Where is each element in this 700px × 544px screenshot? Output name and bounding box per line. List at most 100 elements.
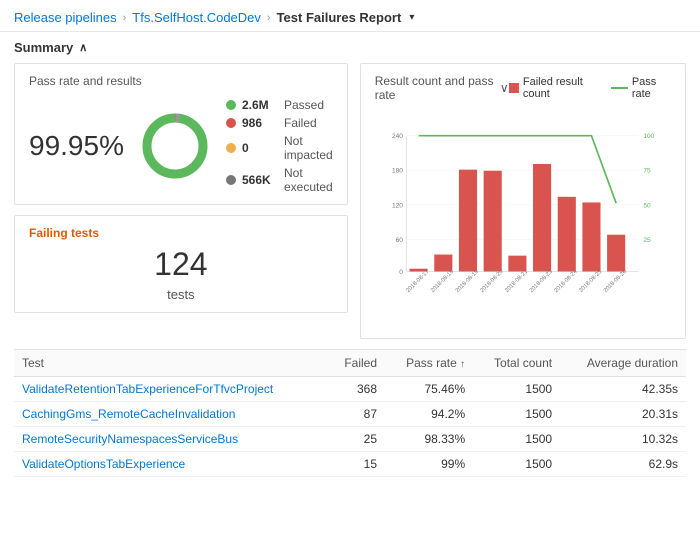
bar-0820 <box>483 171 501 272</box>
svg-text:75: 75 <box>643 168 651 175</box>
svg-text:240: 240 <box>392 133 403 140</box>
table-row: CachingGms_RemoteCacheInvalidation 87 94… <box>14 402 686 427</box>
legend-not-impacted-label: Not impacted <box>284 134 333 162</box>
svg-text:50: 50 <box>643 202 651 209</box>
pass-rate-card: Pass rate and results 99.95% <box>14 63 348 205</box>
sort-arrow-icon: ↑ <box>460 359 465 370</box>
table-row: ValidateOptionsTabExperience 15 99% 1500… <box>14 452 686 477</box>
pass-rate-line <box>418 136 616 203</box>
bar-0824 <box>557 197 575 272</box>
summary-header: Summary ∧ <box>14 40 686 55</box>
legend-passed-label: Passed <box>284 98 324 112</box>
avg-duration-cell: 20.31s <box>560 402 686 427</box>
pass-rate-percent: 99.95% <box>29 130 124 162</box>
svg-text:0: 0 <box>399 269 403 276</box>
legend-passed: 2.6M Passed <box>226 98 333 112</box>
chart-legend-failed-label: Failed result count <box>523 76 599 100</box>
chart-panel: Result count and pass rate ∨ Failed resu… <box>360 63 686 339</box>
svg-text:2018-08-21: 2018-08-21 <box>504 269 529 294</box>
svg-text:2018-08-23: 2018-08-23 <box>529 269 554 294</box>
svg-text:2018-08-18: 2018-08-18 <box>430 269 455 294</box>
chart-legend-pass-line <box>611 87 628 89</box>
page-title: Test Failures Report <box>277 10 402 25</box>
col-total: Total count <box>473 350 560 377</box>
legend-not-impacted-value: 0 <box>242 141 278 155</box>
summary-label: Summary <box>14 40 73 55</box>
test-name-cell[interactable]: ValidateRetentionTabExperienceForTfvcPro… <box>14 377 328 402</box>
legend-failed: 986 Failed <box>226 116 333 130</box>
failing-tests-label: tests <box>29 287 333 302</box>
failing-tests-count: 124 <box>29 246 333 283</box>
col-avg-duration: Average duration <box>560 350 686 377</box>
failed-cell: 87 <box>328 402 385 427</box>
bar-0823 <box>533 164 551 271</box>
avg-duration-cell: 42.35s <box>560 377 686 402</box>
avg-duration-cell: 10.32s <box>560 427 686 452</box>
table-header-row: Test Failed Pass rate ↑ Total count Aver… <box>14 350 686 377</box>
legend-passed-dot <box>226 100 236 110</box>
bar-0826 <box>607 235 625 272</box>
legend-not-executed: 566K Not executed <box>226 166 333 194</box>
dashboard-row: Pass rate and results 99.95% <box>14 63 686 339</box>
failing-tests-content: 124 tests <box>29 246 333 302</box>
total-cell: 1500 <box>473 402 560 427</box>
pass-rate-cell: 75.46% <box>385 377 473 402</box>
legend-not-impacted-dot <box>226 143 236 153</box>
failing-tests-title: Failing tests <box>29 226 333 240</box>
svg-text:2018-08-25: 2018-08-25 <box>578 269 603 294</box>
bar-0825 <box>582 202 600 271</box>
title-dropdown-icon[interactable]: ▾ <box>409 12 414 23</box>
total-cell: 1500 <box>473 377 560 402</box>
svg-text:120: 120 <box>392 202 403 209</box>
table-row: ValidateRetentionTabExperienceForTfvcPro… <box>14 377 686 402</box>
legend-not-impacted: 0 Not impacted <box>226 134 333 162</box>
chart-header: Result count and pass rate ∨ Failed resu… <box>375 74 671 102</box>
breadcrumb-pipelines[interactable]: Release pipelines <box>14 10 117 25</box>
pass-rate-cell: 98.33% <box>385 427 473 452</box>
legend-passed-value: 2.6M <box>242 98 278 112</box>
bar-0818 <box>434 255 452 272</box>
svg-text:2018-08-19: 2018-08-19 <box>454 269 479 294</box>
legend-not-executed-label: Not executed <box>284 166 333 194</box>
test-name-cell[interactable]: CachingGms_RemoteCacheInvalidation <box>14 402 328 427</box>
avg-duration-cell: 62.9s <box>560 452 686 477</box>
svg-text:25: 25 <box>643 237 651 244</box>
chart-title: Result count and pass rate ∨ <box>375 74 509 102</box>
breadcrumb-codedev[interactable]: Tfs.SelfHost.CodeDev <box>132 10 261 25</box>
total-cell: 1500 <box>473 452 560 477</box>
summary-chevron-icon[interactable]: ∧ <box>79 41 87 54</box>
legend-not-executed-value: 566K <box>242 173 278 187</box>
legend-failed-label: Failed <box>284 116 317 130</box>
failed-cell: 25 <box>328 427 385 452</box>
breadcrumb-chevron-1: › <box>123 12 127 24</box>
legend-not-executed-dot <box>226 175 236 185</box>
test-name-cell[interactable]: ValidateOptionsTabExperience <box>14 452 328 477</box>
left-panel: Pass rate and results 99.95% <box>14 63 348 339</box>
donut-chart <box>140 111 210 181</box>
chart-legend-failed: Failed result count <box>509 76 599 100</box>
failed-cell: 368 <box>328 377 385 402</box>
total-cell: 1500 <box>473 427 560 452</box>
table-row: RemoteSecurityNamespacesServiceBus 25 98… <box>14 427 686 452</box>
chart-legend: 2.6M Passed 986 Failed 0 Not impacted <box>226 98 333 194</box>
col-pass-rate[interactable]: Pass rate ↑ <box>385 350 473 377</box>
svg-text:2018-08-26: 2018-08-26 <box>603 269 628 294</box>
breadcrumb: Release pipelines › Tfs.SelfHost.CodeDev… <box>0 0 700 32</box>
breadcrumb-chevron-2: › <box>267 12 271 24</box>
svg-text:180: 180 <box>392 168 403 175</box>
chart-legend-failed-box <box>509 83 519 93</box>
col-failed: Failed <box>328 350 385 377</box>
pass-rate-content: 99.95% <box>29 98 333 194</box>
test-name-cell[interactable]: RemoteSecurityNamespacesServiceBus <box>14 427 328 452</box>
bar-chart-svg: Failed result count 240 180 120 60 0 100 <box>375 108 671 328</box>
pass-rate-cell: 99% <box>385 452 473 477</box>
results-table: Test Failed Pass rate ↑ Total count Aver… <box>14 349 686 477</box>
bar-chart-area: Failed result count 240 180 120 60 0 100 <box>375 108 671 328</box>
pass-rate-cell: 94.2% <box>385 402 473 427</box>
bar-0819 <box>459 170 477 272</box>
legend-failed-dot <box>226 118 236 128</box>
svg-text:2018-08-20: 2018-08-20 <box>479 269 504 294</box>
failed-cell: 15 <box>328 452 385 477</box>
chart-dropdown-icon[interactable]: ∨ <box>500 81 509 95</box>
col-test: Test <box>14 350 328 377</box>
